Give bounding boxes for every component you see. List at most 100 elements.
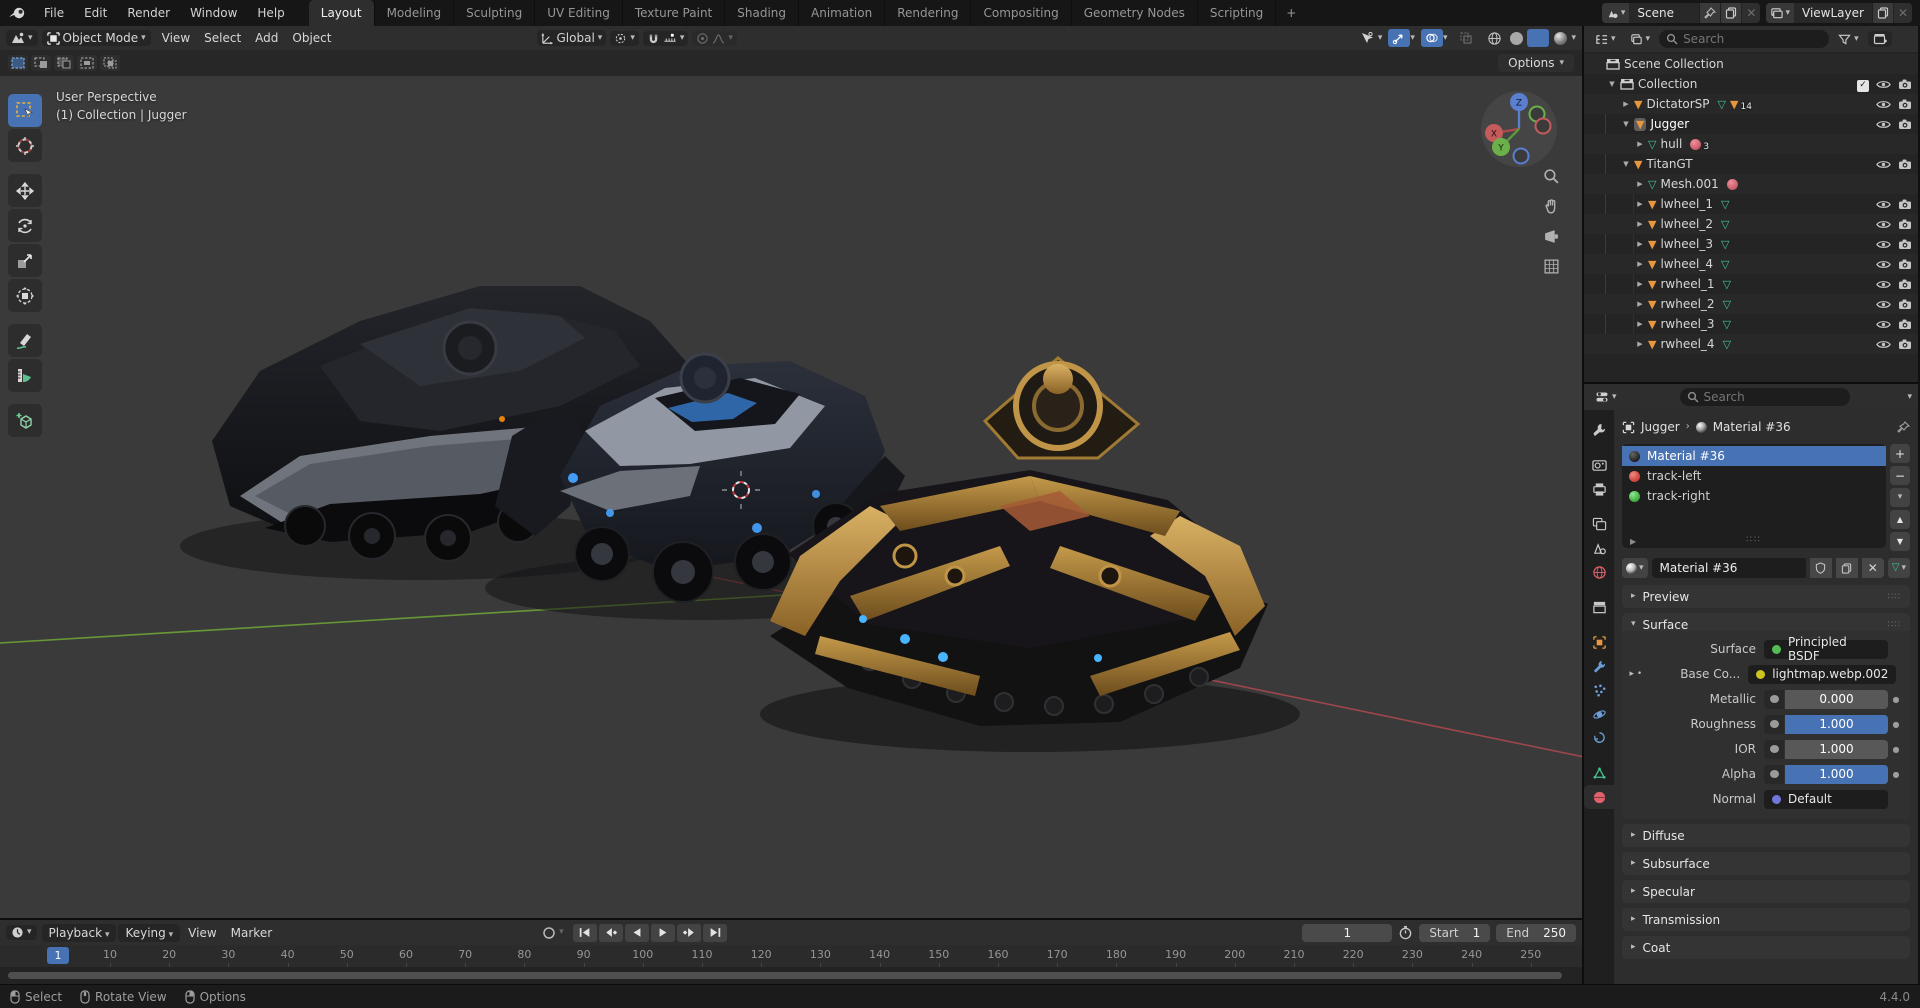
workspace-tab-texture-paint[interactable]: Texture Paint <box>623 0 725 26</box>
disable-render-camera-icon[interactable] <box>1898 278 1912 290</box>
pin-scene-icon[interactable] <box>1699 3 1720 23</box>
jump-to-end-button[interactable] <box>703 924 727 942</box>
properties-tab-modifiers[interactable] <box>1584 654 1614 678</box>
outliner-display-mode-button[interactable]: ▾ <box>1590 32 1621 47</box>
workspace-tab-scripting[interactable]: Scripting <box>1198 0 1276 26</box>
select-mode-subtract[interactable] <box>54 55 74 71</box>
timeline-ruler[interactable]: 1 10203040506070809010011012013014015016… <box>0 945 1582 966</box>
timeline-scrollbar[interactable] <box>8 972 1562 979</box>
properties-tab-collection[interactable] <box>1584 595 1614 619</box>
disable-render-camera-icon[interactable] <box>1898 318 1912 330</box>
play-button[interactable] <box>651 924 675 942</box>
properties-tab-object[interactable] <box>1584 630 1614 654</box>
outliner-row-lwheel-4[interactable]: ▶▼lwheel_4▽ <box>1584 254 1918 274</box>
expander-icon[interactable]: ▶ <box>1632 260 1648 268</box>
expander-icon[interactable]: ▶ <box>1632 300 1648 308</box>
disable-render-camera-icon[interactable] <box>1898 78 1912 90</box>
material-slot-track-left[interactable]: track-left <box>1622 466 1886 486</box>
workspace-tab-animation[interactable]: Animation <box>799 0 885 26</box>
outliner-row-hull[interactable]: ▶▽hull3 <box>1584 134 1918 154</box>
properties-search-input[interactable] <box>1680 388 1850 406</box>
outliner-row-rwheel-1[interactable]: ▶▼rwheel_1▽ <box>1584 274 1918 294</box>
workspace-tab-modeling[interactable]: Modeling <box>375 0 455 26</box>
viewport-menu-select[interactable]: Select <box>197 29 248 47</box>
next-keyframe-button[interactable] <box>677 924 701 942</box>
workspace-tab-layout[interactable]: Layout <box>309 0 375 26</box>
current-frame-indicator[interactable]: 1 <box>47 947 69 964</box>
outliner-row-dictatorsp[interactable]: ▶▼DictatorSP▽▼14 <box>1584 94 1918 114</box>
disable-render-camera-icon[interactable] <box>1898 298 1912 310</box>
panel-diffuse[interactable]: ▸Diffuse <box>1622 824 1910 847</box>
hide-eye-icon[interactable] <box>1876 119 1891 130</box>
copy-viewlayer-icon[interactable] <box>1872 3 1893 23</box>
workspace-tab-sculpting[interactable]: Sculpting <box>454 0 535 26</box>
fake-user-shield-icon[interactable] <box>1810 558 1832 578</box>
properties-editor-type-button[interactable]: ▾ <box>1590 389 1622 405</box>
camera-view-icon[interactable] <box>1543 228 1560 245</box>
select-mode-intersect[interactable] <box>100 55 120 71</box>
select-mode-invert[interactable] <box>77 55 97 71</box>
breadcrumb-object[interactable]: Jugger <box>1641 420 1680 434</box>
add-workspace-button[interactable]: + <box>1276 0 1306 26</box>
outliner-filter-collection-button[interactable]: ▾ <box>1625 32 1656 47</box>
properties-tab-data[interactable] <box>1584 761 1614 785</box>
prev-keyframe-button[interactable] <box>599 924 623 942</box>
tool-cursor[interactable] <box>8 129 42 162</box>
tool-select-box[interactable] <box>8 94 42 127</box>
overlays-toggle[interactable] <box>1421 29 1443 47</box>
xray-toggle[interactable] <box>1455 29 1477 47</box>
new-collection-button[interactable] <box>1868 31 1892 47</box>
outliner-row-collection[interactable]: ▼Collection✓ <box>1584 74 1918 94</box>
ortho-grid-icon[interactable] <box>1543 258 1560 275</box>
pin-id-icon[interactable] <box>1897 421 1910 434</box>
timeline-menu-view[interactable]: View <box>181 924 223 942</box>
outliner-row-jugger[interactable]: ▼▼Jugger <box>1584 114 1918 134</box>
input-socket-button[interactable] <box>1764 740 1784 759</box>
hide-eye-icon[interactable] <box>1876 319 1891 330</box>
workspace-tab-compositing[interactable]: Compositing <box>971 0 1071 26</box>
viewport-menu-object[interactable]: Object <box>285 29 338 47</box>
material-slot-list[interactable]: Material #36track-lefttrack-right ▶ ∷∷ <box>1622 444 1886 548</box>
properties-tab-world[interactable] <box>1584 560 1614 584</box>
pivot-dropdown[interactable]: ▾ <box>610 31 639 46</box>
auto-keying-toggle[interactable]: ▾ <box>537 925 569 941</box>
hide-eye-icon[interactable] <box>1876 279 1891 290</box>
property-slider[interactable]: 1.000 <box>1785 765 1888 784</box>
animate-decorator[interactable]: ● <box>1888 720 1904 729</box>
outliner-row-lwheel-2[interactable]: ▶▼lwheel_2▽ <box>1584 214 1918 234</box>
frame-start-field[interactable]: Start1 <box>1419 924 1490 942</box>
tool-add-cube[interactable] <box>8 404 42 437</box>
remove-slot-button[interactable]: − <box>1890 466 1910 485</box>
properties-search[interactable] <box>1680 388 1850 406</box>
viewlayer-selector[interactable]: ▾ ViewLayer ✕ <box>1766 3 1912 23</box>
expander-icon[interactable]: ▶ <box>1632 280 1648 288</box>
property-value-button[interactable]: Principled BSDF <box>1764 640 1888 659</box>
play-reverse-button[interactable] <box>625 924 649 942</box>
properties-tab-constraints[interactable] <box>1584 726 1614 750</box>
outliner-row-lwheel-3[interactable]: ▶▼lwheel_3▽ <box>1584 234 1918 254</box>
properties-options-dropdown[interactable]: ▾ <box>1907 393 1912 402</box>
snap-controls[interactable]: ▾ <box>643 31 689 46</box>
tool-move[interactable] <box>8 174 42 207</box>
hide-eye-icon[interactable] <box>1876 299 1891 310</box>
exclude-checkbox[interactable]: ✓ <box>1857 76 1869 92</box>
expander-icon[interactable]: ▶ <box>1632 180 1648 188</box>
disable-render-camera-icon[interactable] <box>1898 118 1912 130</box>
current-frame-field[interactable]: 1 <box>1302 924 1392 942</box>
topbar-menu-edit[interactable]: Edit <box>74 6 117 20</box>
timeline-menu-keying[interactable]: Keying ▾ <box>118 924 180 942</box>
outliner-row-titangt[interactable]: ▼▼TitanGT <box>1584 154 1918 174</box>
disable-render-camera-icon[interactable] <box>1898 338 1912 350</box>
frame-end-field[interactable]: End250 <box>1496 924 1576 942</box>
panel-subsurface[interactable]: ▸Subsurface <box>1622 852 1910 875</box>
topbar-menu-help[interactable]: Help <box>247 6 294 20</box>
delete-scene-icon[interactable]: ✕ <box>1741 3 1760 23</box>
material-slot-track-right[interactable]: track-right <box>1622 486 1886 506</box>
panel-coat[interactable]: ▸Coat <box>1622 936 1910 959</box>
panel-preview[interactable]: ▸Preview∷∷ <box>1622 585 1910 608</box>
timeline-editor-type-button[interactable]: ▾ <box>6 925 37 940</box>
workspace-tab-uv-editing[interactable]: UV Editing <box>535 0 623 26</box>
tool-measure[interactable] <box>8 359 42 392</box>
orientation-dropdown[interactable]: Global▾ <box>537 30 607 46</box>
topbar-menu-window[interactable]: Window <box>180 6 247 20</box>
